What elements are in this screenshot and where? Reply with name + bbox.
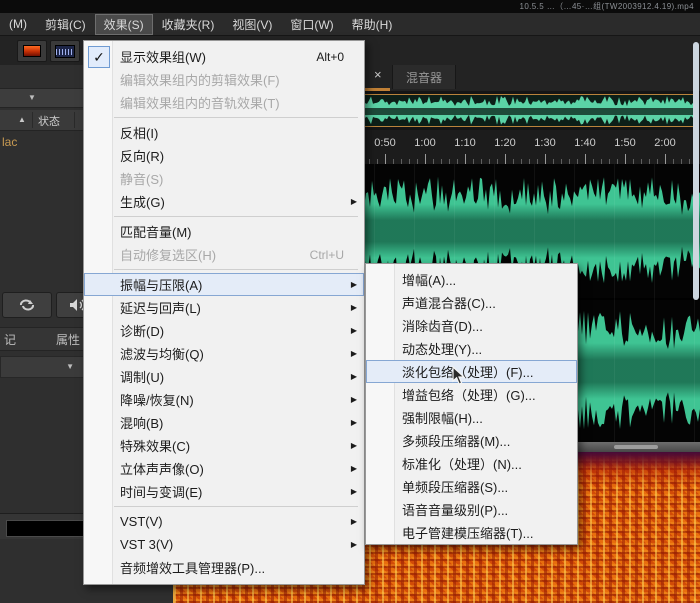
menu-separator <box>114 216 358 217</box>
menubar-item-multitrack[interactable]: (M) <box>0 15 36 33</box>
menu-item-time-pitch[interactable]: 时间与变调(E)▶ <box>84 480 364 503</box>
tick-label: 2:00 <box>645 137 685 149</box>
mixer-tab[interactable]: 混音器 <box>392 65 456 89</box>
menu-item-modulation[interactable]: 调制(U)▶ <box>84 365 364 388</box>
spectral-display-button[interactable] <box>17 40 47 62</box>
tick-label: 1:50 <box>605 137 645 149</box>
menubar-item-clip[interactable]: 剪辑(C) <box>36 14 95 35</box>
menu-item-amplitude-compression[interactable]: 振幅与压限(A)▶ <box>84 273 364 296</box>
submenu-item-normalize[interactable]: 标准化（处理）(N)... <box>366 452 577 475</box>
mouse-cursor <box>452 366 466 391</box>
tick-label: 1:20 <box>485 137 525 149</box>
properties-tab[interactable]: 属性 <box>56 331 80 348</box>
loop-playback-button[interactable] <box>2 292 52 318</box>
submenu-item-fade-envelope[interactable]: 淡化包络（处理）(F)... <box>366 360 577 383</box>
menu-item-special-effects[interactable]: 特殊效果(C)▶ <box>84 434 364 457</box>
menu-item-reverse[interactable]: 反向(R) <box>84 144 364 167</box>
close-icon[interactable]: × <box>374 67 382 82</box>
submenu-arrow-icon: ▶ <box>351 303 357 312</box>
submenu-arrow-icon: ▶ <box>351 441 357 450</box>
menu-separator <box>114 506 358 507</box>
video-title-text: 10.5.5 …（…45·…组(TW2003912.4.19).mp4 <box>519 1 694 12</box>
submenu-item-hard-limiter[interactable]: 强制限幅(H)... <box>366 406 577 429</box>
sort-arrow-icon: ▲ <box>18 115 26 124</box>
waveform-display-icon <box>55 45 75 58</box>
menubar-item-window[interactable]: 窗口(W) <box>281 14 342 35</box>
menu-item-delay-echo[interactable]: 延迟与回声(L)▶ <box>84 296 364 319</box>
menu-item-auto-heal[interactable]: 自动修复选区(H)Ctrl+U <box>84 243 364 266</box>
menubar-item-effects[interactable]: 效果(S) <box>95 14 153 35</box>
submenu-item-gain-envelope[interactable]: 增益包络（处理）(G)... <box>366 383 577 406</box>
submenu-item-dynamics-processing[interactable]: 动态处理(Y)... <box>366 337 577 360</box>
tick-label: 1:40 <box>565 137 605 149</box>
menu-item-silence[interactable]: 静音(S) <box>84 167 364 190</box>
submenu-item-amplify[interactable]: 增幅(A)... <box>366 268 577 291</box>
submenu-arrow-icon: ▶ <box>351 372 357 381</box>
menu-separator <box>114 269 358 270</box>
status-column-header[interactable]: 状态 <box>38 113 60 129</box>
menu-item-edit-clip-effects[interactable]: 编辑效果组内的剪辑效果(F) <box>84 68 364 91</box>
menu-item-reverb[interactable]: 混响(B)▶ <box>84 411 364 434</box>
menu-item-match-volume[interactable]: 匹配音量(M) <box>84 220 364 243</box>
tick-label: 0:50 <box>365 137 405 149</box>
menu-item-noise-reduction[interactable]: 降噪/恢复(N)▶ <box>84 388 364 411</box>
file-name: lac <box>2 135 17 149</box>
waveform-display-button[interactable] <box>50 40 80 62</box>
menu-item-plugin-manager[interactable]: 音频增效工具管理器(P)... <box>84 556 364 579</box>
submenu-item-multiband-compressor[interactable]: 多频段压缩器(M)... <box>366 429 577 452</box>
video-title-overlay: 10.5.5 …（…45·…组(TW2003912.4.19).mp4 <box>0 0 700 13</box>
menu-bar: (M) 剪辑(C) 效果(S) 收藏夹(R) 视图(V) 窗口(W) 帮助(H) <box>0 13 700 36</box>
vertical-scrollbar[interactable] <box>693 42 699 300</box>
menubar-item-help[interactable]: 帮助(H) <box>343 14 402 35</box>
app-window: ) ▼ ▲ 状态 lac 记 属性 ▼ <box>0 0 700 603</box>
submenu-item-channel-mixer[interactable]: 声道混合器(C)... <box>366 291 577 314</box>
menu-item-diagnostics[interactable]: 诊断(D)▶ <box>84 319 364 342</box>
submenu-arrow-icon: ▶ <box>351 197 357 206</box>
mixer-tab-label: 混音器 <box>406 69 442 86</box>
loop-icon <box>18 298 36 312</box>
markers-tab[interactable]: 记 <box>4 331 16 348</box>
checkmark-icon: ✓ <box>88 46 110 68</box>
menubar-item-view[interactable]: 视图(V) <box>223 14 281 35</box>
shortcut-label: Alt+0 <box>316 50 356 64</box>
submenu-arrow-icon: ▶ <box>351 349 357 358</box>
submenu-arrow-icon: ▶ <box>351 326 357 335</box>
spectral-display-icon <box>23 45 41 57</box>
menu-item-vst3[interactable]: VST 3(V)▶ <box>84 533 364 556</box>
menu-item-filter-eq[interactable]: 滤波与均衡(Q)▶ <box>84 342 364 365</box>
menu-item-show-effects-rack[interactable]: ✓ 显示效果组(W) Alt+0 <box>84 45 364 68</box>
chevron-down-icon: ▼ <box>66 362 74 371</box>
submenu-item-single-band-compressor[interactable]: 单频段压缩器(S)... <box>366 475 577 498</box>
menu-item-vst[interactable]: VST(V)▶ <box>84 510 364 533</box>
submenu-item-deesser[interactable]: 消除齿音(D)... <box>366 314 577 337</box>
menu-item-stereo-imagery[interactable]: 立体声声像(O)▶ <box>84 457 364 480</box>
menu-item-edit-track-effects[interactable]: 编辑效果组内的音轨效果(T) <box>84 91 364 114</box>
submenu-arrow-icon: ▶ <box>351 517 357 526</box>
amplitude-compression-submenu: 增幅(A)... 声道混合器(C)... 消除齿音(D)... 动态处理(Y).… <box>365 263 578 545</box>
tick-label: 1:30 <box>525 137 565 149</box>
tick-label: 1:00 <box>405 137 445 149</box>
submenu-item-speech-volume-leveler[interactable]: 语音音量级别(P)... <box>366 498 577 521</box>
submenu-arrow-icon: ▶ <box>351 464 357 473</box>
menu-separator <box>114 117 358 118</box>
tick-label: 1:10 <box>445 137 485 149</box>
submenu-arrow-icon: ▶ <box>351 280 357 289</box>
menubar-item-favorites[interactable]: 收藏夹(R) <box>153 14 224 35</box>
effects-menu: ✓ 显示效果组(W) Alt+0 编辑效果组内的剪辑效果(F) 编辑效果组内的音… <box>83 40 365 585</box>
menu-item-generate[interactable]: 生成(G)▶ <box>84 190 364 213</box>
submenu-arrow-icon: ▶ <box>351 487 357 496</box>
chevron-down-icon: ▼ <box>28 93 36 102</box>
divider-handle[interactable] <box>614 445 658 449</box>
submenu-arrow-icon: ▶ <box>351 540 357 549</box>
shortcut-label: Ctrl+U <box>310 248 356 262</box>
menu-item-invert[interactable]: 反相(I) <box>84 121 364 144</box>
submenu-arrow-icon: ▶ <box>351 418 357 427</box>
submenu-arrow-icon: ▶ <box>351 395 357 404</box>
submenu-item-tube-modeled-compressor[interactable]: 电子管建模压缩器(T)... <box>366 521 577 544</box>
